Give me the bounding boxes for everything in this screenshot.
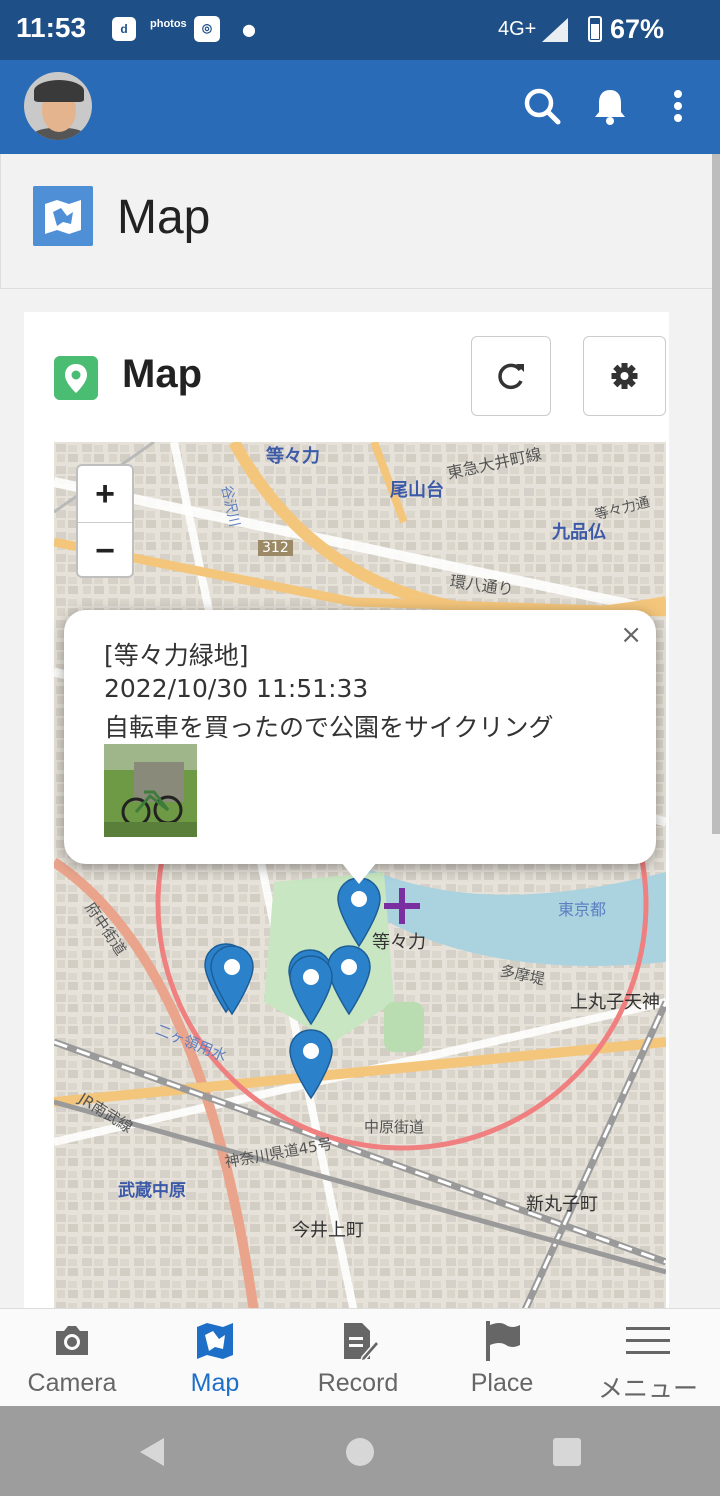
map-label: 九品仏 bbox=[552, 522, 606, 543]
back-icon[interactable] bbox=[136, 1436, 168, 1468]
map-marker[interactable] bbox=[335, 876, 383, 948]
nav-map[interactable]: Map bbox=[143, 1309, 287, 1407]
camera-icon bbox=[56, 1326, 88, 1355]
map-icon bbox=[197, 1323, 233, 1359]
nav-camera[interactable]: Camera bbox=[0, 1309, 144, 1407]
status-time: 11:53 bbox=[16, 12, 87, 43]
gear-icon bbox=[611, 363, 638, 389]
nav-label: メニュー bbox=[597, 1375, 698, 1403]
app-bar bbox=[0, 60, 720, 154]
map-label: 等々力 bbox=[266, 446, 320, 467]
map-label: 今井上町 bbox=[292, 1220, 364, 1241]
nav-label: Map bbox=[190, 1369, 240, 1397]
menu-icon bbox=[626, 1327, 670, 1354]
bottom-navigation: Camera Map Record Place メニュー bbox=[0, 1308, 720, 1407]
zoom-out-button[interactable]: − bbox=[78, 523, 132, 579]
map-label: 東京都 bbox=[558, 900, 607, 919]
map-label: 上丸子天神 bbox=[570, 992, 660, 1013]
nav-record[interactable]: Record bbox=[286, 1309, 430, 1407]
map-label: 中原街道 bbox=[364, 1118, 425, 1136]
flag-icon bbox=[486, 1321, 520, 1361]
map-marker[interactable] bbox=[287, 954, 335, 1026]
map-marker[interactable] bbox=[208, 944, 256, 1016]
system-navigation bbox=[0, 1406, 720, 1496]
popup-text: 自転車を買ったので公園をサイクリング bbox=[104, 713, 554, 742]
bell-icon[interactable] bbox=[590, 84, 630, 128]
page-header: Map bbox=[0, 154, 713, 289]
map-label: 尾山台 bbox=[390, 480, 444, 501]
more-notifications-dot-icon: ● bbox=[242, 20, 256, 39]
location-pin-icon bbox=[54, 356, 98, 400]
popup-photo[interactable] bbox=[104, 744, 197, 837]
photos-notification-icon: photos bbox=[150, 18, 187, 30]
page-scrollbar[interactable] bbox=[712, 154, 720, 834]
status-bar: 11:53 d photos ◎ ● 4G+ 67% bbox=[0, 0, 720, 60]
nav-label: Record bbox=[317, 1369, 399, 1397]
record-icon bbox=[344, 1323, 380, 1363]
refresh-button[interactable] bbox=[471, 336, 551, 416]
nav-label: Place bbox=[470, 1369, 534, 1397]
map-label: 312 bbox=[258, 540, 293, 556]
search-icon[interactable] bbox=[522, 84, 562, 128]
close-icon[interactable]: × bbox=[620, 620, 642, 650]
battery-icon bbox=[588, 16, 602, 42]
popup-datetime: 2022/10/30 11:51:33 bbox=[104, 674, 369, 703]
map-icon bbox=[33, 186, 93, 246]
map-label: 新丸子町 bbox=[526, 1194, 598, 1215]
app-notification-icon: ◎ bbox=[194, 16, 220, 42]
nav-label: Camera bbox=[27, 1369, 117, 1397]
page-title: Map bbox=[117, 191, 211, 244]
popup-pointer bbox=[341, 862, 377, 884]
map-popup: × [等々力緑地] 2022/10/30 11:51:33 自転車を買ったので公… bbox=[64, 610, 656, 864]
avatar[interactable] bbox=[24, 72, 92, 140]
d-app-notification-icon: d bbox=[112, 17, 136, 41]
nav-menu[interactable]: メニュー bbox=[576, 1309, 720, 1407]
map-marker[interactable] bbox=[287, 1028, 335, 1100]
refresh-icon bbox=[498, 363, 524, 390]
recents-icon[interactable] bbox=[552, 1437, 582, 1467]
home-icon[interactable] bbox=[344, 1436, 376, 1468]
map-label: 武蔵中原 bbox=[118, 1181, 186, 1201]
zoom-control: + − bbox=[76, 464, 134, 578]
card-title: Map bbox=[122, 352, 202, 396]
nav-place[interactable]: Place bbox=[430, 1309, 574, 1407]
zoom-in-button[interactable]: + bbox=[78, 466, 132, 523]
more-vert-icon[interactable] bbox=[658, 84, 698, 128]
network-type: 4G+ bbox=[498, 18, 537, 40]
signal-icon bbox=[542, 18, 568, 42]
battery-percent: 67% bbox=[610, 14, 665, 44]
settings-button[interactable] bbox=[583, 336, 666, 416]
popup-place: [等々力緑地] bbox=[104, 641, 249, 670]
